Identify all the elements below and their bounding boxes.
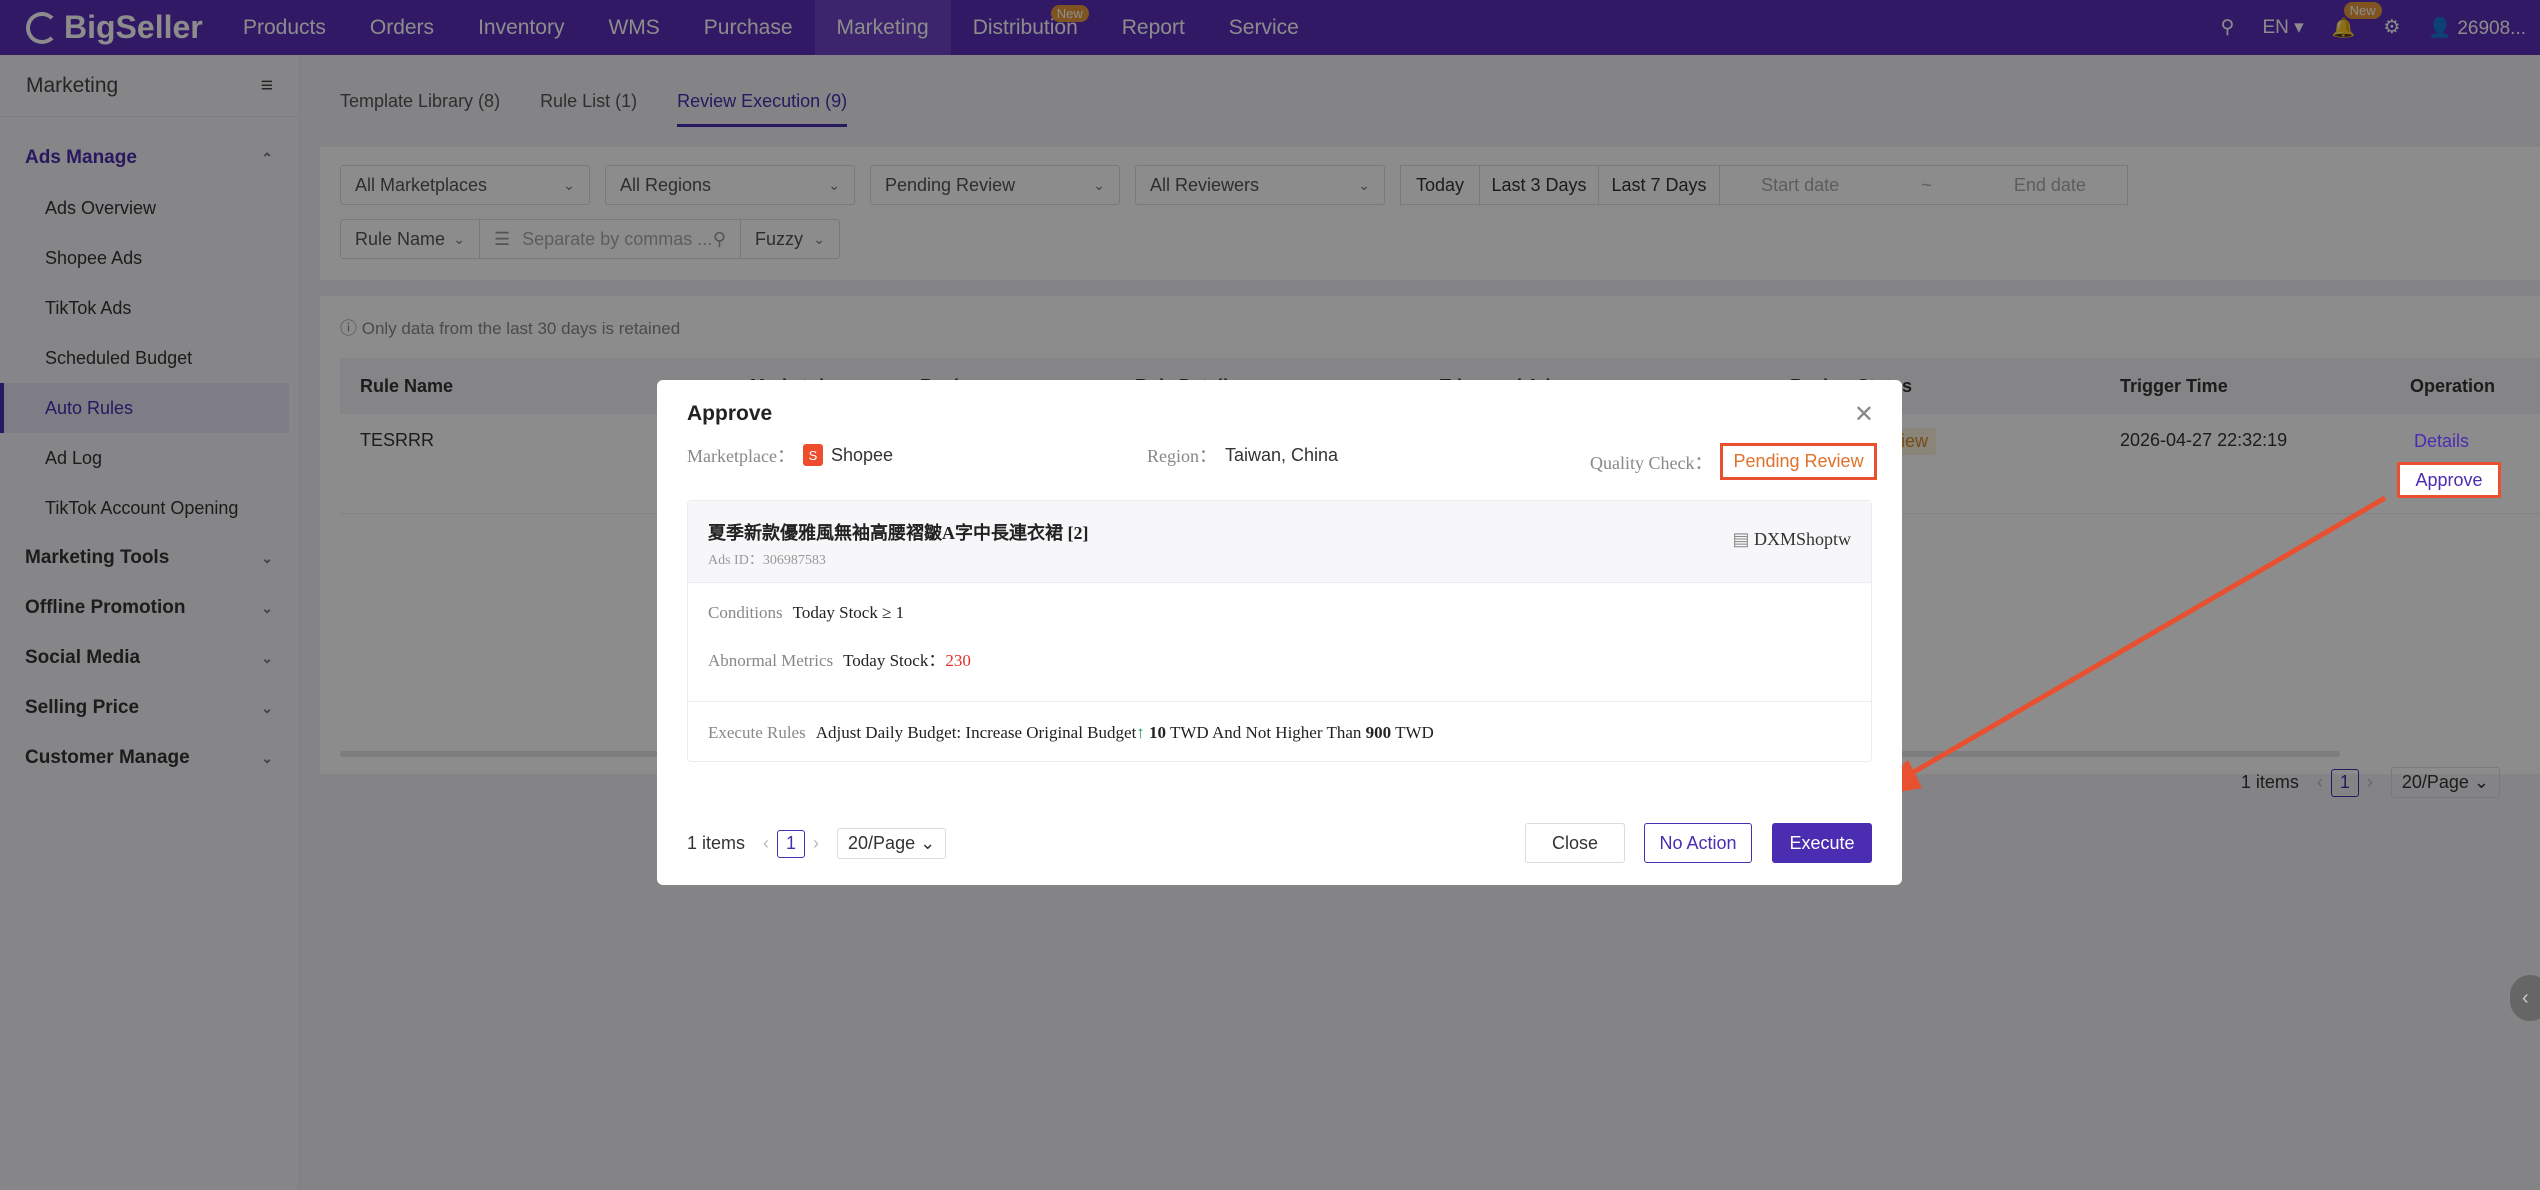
quality-check-info: Quality Check： Pending Review [1590,443,1877,480]
store-icon: ▤ [1732,529,1750,549]
abnormal-metrics-line: Abnormal Metrics Today Stock：230 [708,651,971,670]
close-icon[interactable]: ✕ [1854,400,1874,429]
page-number[interactable]: 1 [777,829,806,858]
next-page-icon[interactable]: › [813,833,819,854]
quality-check-status: Pending Review [1720,443,1877,480]
divider [688,701,1871,702]
page-size-select[interactable]: 20/Page ⌄ [837,828,947,859]
no-action-button[interactable]: No Action [1644,823,1752,863]
approve-modal: Approve ✕ Marketplace： S Shopee Region： … [657,380,1902,885]
store-name: ▤ DXMShoptw [1732,529,1851,549]
product-title: 夏季新款優雅風無袖高腰褶皺A字中長連衣裙 [2] [708,523,1089,543]
close-button[interactable]: Close [1525,823,1625,863]
arrow-up-icon: ↑ [1136,723,1145,742]
modal-title: Approve [687,402,773,425]
modal-pagination: 1 items ‹ 1 › 20/Page ⌄ [687,828,947,859]
conditions-line: Conditions Today Stock ≥ 1 [708,603,905,622]
ad-detail-card: 夏季新款優雅風無袖高腰褶皺A字中長連衣裙 [2] Ads ID：30698758… [687,500,1872,762]
prev-page-icon[interactable]: ‹ [763,833,769,854]
region-info: Region： Taiwan, China [1147,444,1339,467]
marketplace-info: Marketplace： S Shopee [687,444,894,466]
execute-rules-line: Execute Rules Adjust Daily Budget: Increa… [708,723,1434,742]
shopee-icon: S [802,444,823,466]
product-header: 夏季新款優雅風無袖高腰褶皺A字中長連衣裙 [2] Ads ID：30698758… [688,501,1871,583]
ads-id: Ads ID：306987583 [708,553,826,568]
collapse-handle-icon[interactable]: ‹ [2510,975,2540,1021]
execute-button[interactable]: Execute [1772,823,1872,863]
